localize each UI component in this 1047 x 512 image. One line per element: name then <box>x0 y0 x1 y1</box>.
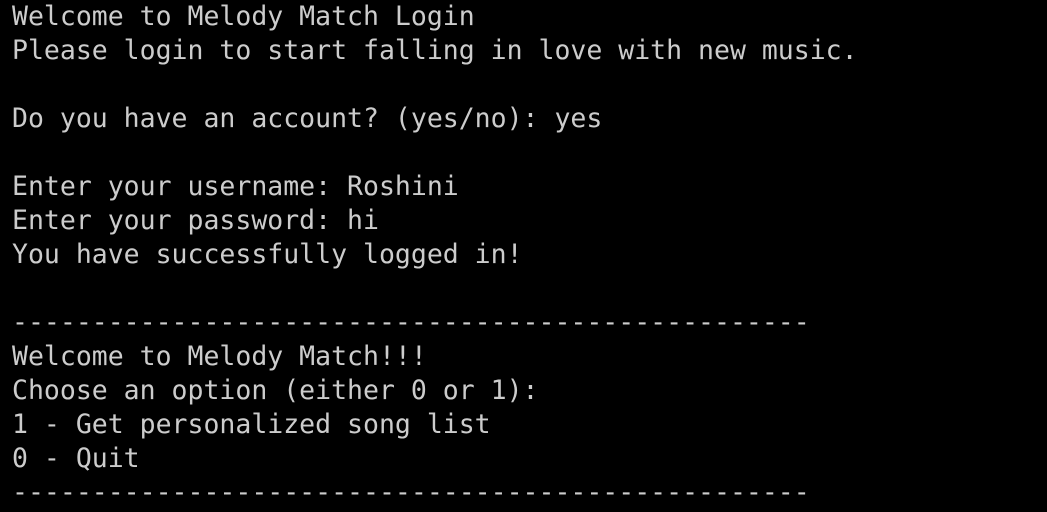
menu-choose-prompt: Choose an option (either 0 or 1): <box>12 375 539 406</box>
menu-welcome: Welcome to Melody Match!!! <box>12 341 427 372</box>
login-title: Welcome to Melody Match Login <box>12 1 475 32</box>
account-prompt: Do you have an account? (yes/no): yes <box>12 103 603 134</box>
divider-top: ----------------------------------------… <box>12 307 810 338</box>
username-prompt: Enter your username: Roshini <box>12 171 459 202</box>
login-subtitle: Please login to start falling in love wi… <box>12 35 858 66</box>
menu-option-quit: 0 - Quit <box>12 443 140 474</box>
terminal-output[interactable]: Welcome to Melody Match Login Please log… <box>0 0 1047 512</box>
divider-bottom: ----------------------------------------… <box>12 477 810 508</box>
login-success-message: You have successfully logged in! <box>12 239 523 270</box>
menu-option-song-list: 1 - Get personalized song list <box>12 409 491 440</box>
password-prompt: Enter your password: hi <box>12 205 379 236</box>
